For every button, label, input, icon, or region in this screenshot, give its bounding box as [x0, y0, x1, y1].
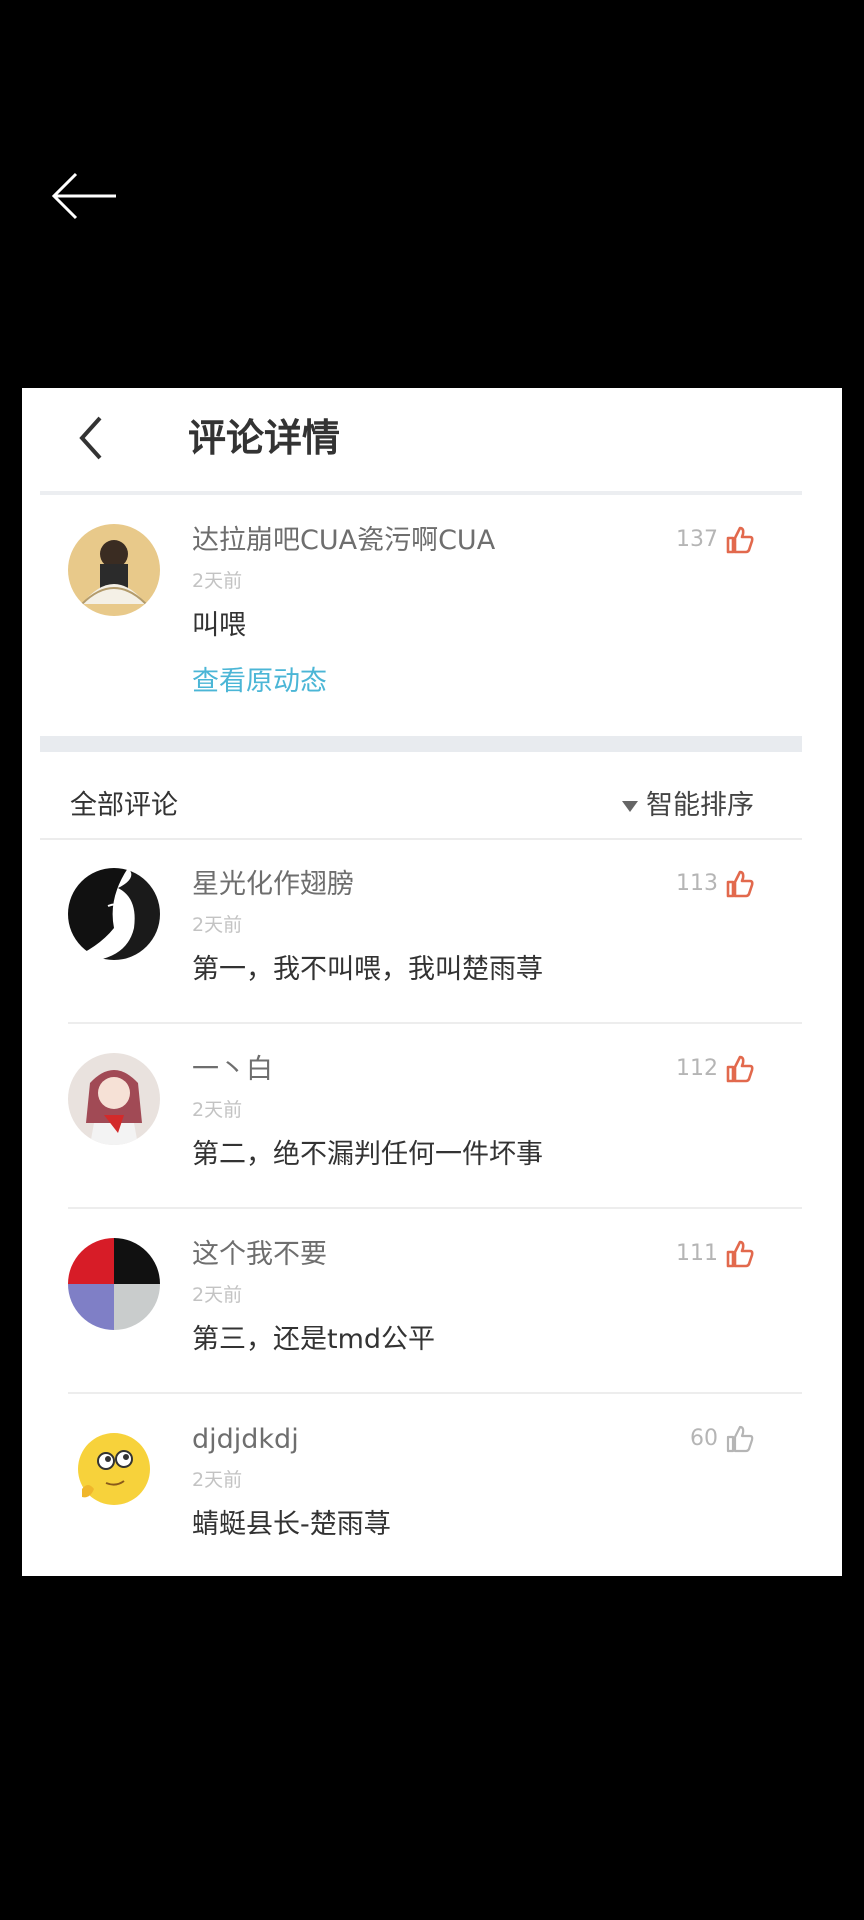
like-button[interactable]: 137	[676, 524, 756, 556]
comment-text: 第二，绝不漏判任何一件坏事	[192, 1139, 543, 1170]
username[interactable]: 达拉崩吧CUA瓷污啊CUA	[192, 524, 495, 558]
page-title: 评论详情	[188, 416, 341, 460]
timestamp: 2天前	[192, 914, 243, 936]
like-button[interactable]: 111	[676, 1238, 756, 1270]
username[interactable]: djdjdkdj	[192, 1423, 299, 1457]
like-count: 113	[676, 871, 718, 896]
username[interactable]: 这个我不要	[192, 1238, 327, 1272]
timestamp: 2天前	[192, 570, 243, 592]
comment-text: 第三，还是tmd公平	[192, 1324, 436, 1355]
avatar[interactable]	[68, 1238, 160, 1330]
filter-divider	[40, 838, 802, 840]
avatar[interactable]	[68, 524, 160, 616]
all-comments-label: 全部评论	[70, 790, 178, 821]
view-original-link[interactable]: 查看原动态	[192, 664, 327, 700]
timestamp: 2天前	[192, 1099, 243, 1121]
comment-detail-card: 评论详情 达拉崩吧CUA瓷污啊CUA 2天前 叫喂 137 查看原动态 全部评论	[22, 388, 842, 1576]
comments-filter-bar: 全部评论 智能排序	[22, 778, 842, 838]
thumbs-up-icon	[726, 870, 754, 898]
thumbs-up-outline-icon	[726, 1425, 754, 1453]
thumbs-up-icon	[726, 1240, 754, 1268]
sort-label: 智能排序	[646, 790, 754, 821]
thumbs-up-icon	[726, 1055, 754, 1083]
thumbs-up-icon	[726, 526, 754, 554]
like-count: 111	[676, 1241, 718, 1266]
avatar[interactable]	[68, 1423, 160, 1515]
caret-down-icon	[622, 800, 638, 812]
like-button[interactable]: 112	[676, 1053, 756, 1085]
avatar[interactable]	[68, 1053, 160, 1145]
like-count: 60	[690, 1426, 718, 1451]
like-button[interactable]: 60	[690, 1423, 756, 1455]
username[interactable]: 一丶白	[192, 1053, 273, 1087]
section-separator	[40, 736, 802, 752]
like-button[interactable]: 113	[676, 868, 756, 900]
like-count: 137	[676, 527, 718, 552]
header: 评论详情	[22, 388, 842, 488]
like-count: 112	[676, 1056, 718, 1081]
row-divider	[68, 1022, 802, 1024]
sort-dropdown[interactable]: 智能排序	[622, 788, 754, 824]
header-divider	[40, 491, 802, 495]
timestamp: 2天前	[192, 1284, 243, 1306]
avatar[interactable]	[68, 868, 160, 960]
row-divider	[68, 1207, 802, 1209]
back-arrow-icon[interactable]	[50, 170, 120, 222]
comment-text: 叫喂	[192, 610, 246, 641]
timestamp: 2天前	[192, 1469, 243, 1491]
row-divider	[68, 1392, 802, 1394]
back-chevron-icon[interactable]	[68, 410, 118, 466]
username[interactable]: 星光化作翅膀	[192, 868, 354, 902]
comment-text: 第一，我不叫喂，我叫楚雨荨	[192, 954, 543, 985]
comment-text: 蜻蜓县长-楚雨荨	[192, 1509, 391, 1540]
